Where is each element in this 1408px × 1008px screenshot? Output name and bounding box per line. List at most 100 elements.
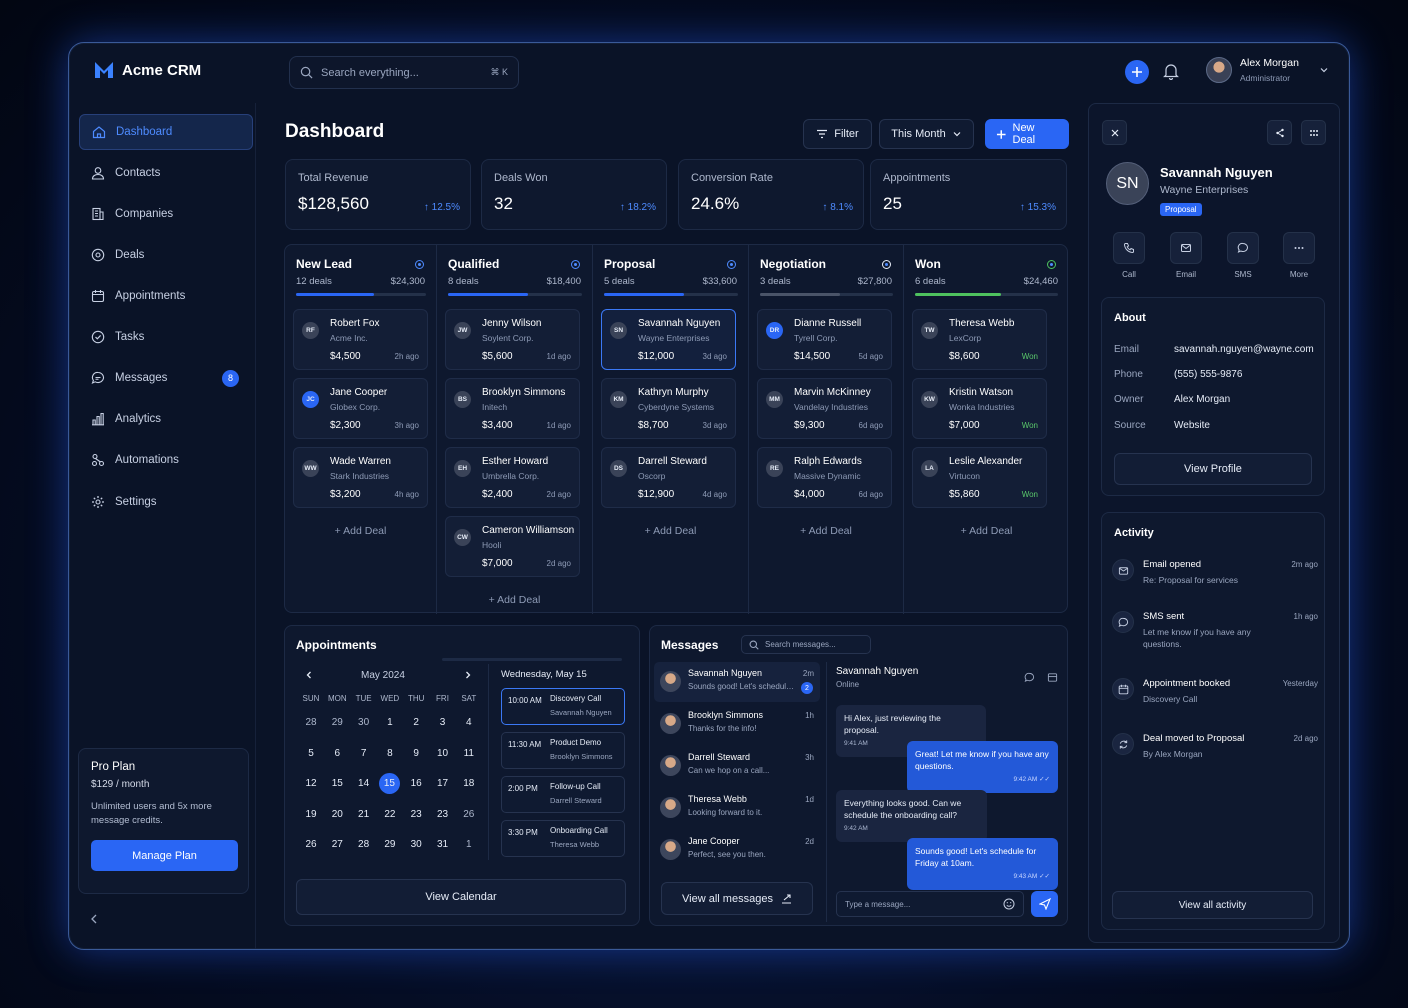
sidebar-item-messages[interactable]: Messages 8 bbox=[79, 360, 253, 396]
activity-item[interactable]: Appointment booked Discovery Call Yester… bbox=[1112, 678, 1318, 708]
deal-card[interactable]: EH Esther Howard Umbrella Corp. $2,400 2d… bbox=[445, 447, 580, 508]
sidebar-item-automations[interactable]: Automations bbox=[79, 442, 253, 478]
deal-card[interactable]: TW Theresa Webb LexCorp $8,600 Won bbox=[912, 309, 1047, 370]
grid-menu-button[interactable] bbox=[1301, 120, 1326, 145]
calendar-day[interactable]: 4 bbox=[456, 717, 482, 728]
stage-status-icon[interactable] bbox=[727, 260, 736, 269]
calendar-day[interactable]: 21 bbox=[351, 809, 377, 820]
calendar-day[interactable]: 14 bbox=[351, 778, 377, 789]
more-action[interactable]: More bbox=[1283, 232, 1315, 279]
calendar-day[interactable]: 12 bbox=[298, 778, 324, 789]
deal-card[interactable]: RF Robert Fox Acme Inc. $4,500 2h ago bbox=[293, 309, 428, 370]
sidebar-item-dashboard[interactable]: Dashboard bbox=[79, 114, 253, 150]
calendar-day[interactable]: 22 bbox=[377, 809, 403, 820]
calendar-day[interactable]: 17 bbox=[430, 778, 456, 789]
message-input[interactable]: Type a message... bbox=[836, 891, 1024, 917]
calendar-day[interactable]: 10 bbox=[430, 748, 456, 759]
deal-card[interactable]: MM Marvin McKinney Vandelay Industries $… bbox=[757, 378, 892, 439]
calendar-day[interactable]: 16 bbox=[403, 778, 429, 789]
view-calendar-button[interactable]: View Calendar bbox=[296, 879, 626, 915]
deal-card[interactable]: CW Cameron Williamson Hooli $7,000 2d ago bbox=[445, 516, 580, 577]
field-value[interactable]: savannah.nguyen@wayne.com bbox=[1174, 344, 1314, 355]
stage-status-icon[interactable] bbox=[571, 260, 580, 269]
field-value[interactable]: (555) 555-9876 bbox=[1174, 369, 1242, 380]
calendar-day[interactable]: 31 bbox=[430, 839, 456, 850]
message-thread[interactable]: Brooklyn Simmons Thanks for the info! 1h bbox=[654, 704, 820, 744]
calendar-day[interactable]: 9 bbox=[403, 748, 429, 759]
chat-bubble-icon[interactable] bbox=[1024, 672, 1035, 683]
calendar-day[interactable]: 5 bbox=[298, 748, 324, 759]
add-deal-button[interactable]: + Add Deal bbox=[437, 594, 592, 606]
add-deal-button[interactable]: + Add Deal bbox=[904, 525, 1069, 537]
add-deal-button[interactable]: + Add Deal bbox=[593, 525, 748, 537]
calendar-day[interactable]: 23 bbox=[403, 809, 429, 820]
next-month-icon[interactable] bbox=[463, 670, 473, 680]
emoji-icon[interactable] bbox=[1003, 898, 1015, 910]
calendar-day-selected[interactable]: 15 bbox=[378, 773, 400, 794]
calendar-day[interactable]: 6 bbox=[324, 748, 350, 759]
activity-item[interactable]: Email opened Re: Proposal for services 2… bbox=[1112, 559, 1318, 589]
new-deal-button[interactable]: New Deal bbox=[985, 119, 1069, 149]
message-thread[interactable]: Savannah Nguyen Sounds good! Let's sched… bbox=[654, 662, 820, 702]
sidebar-item-settings[interactable]: Settings bbox=[79, 484, 253, 520]
calendar-day[interactable]: 11 bbox=[456, 748, 482, 759]
deal-card[interactable]: RE Ralph Edwards Massive Dynamic $4,000 6… bbox=[757, 447, 892, 508]
add-deal-button[interactable]: + Add Deal bbox=[749, 525, 903, 537]
add-deal-button[interactable]: + Add Deal bbox=[285, 525, 436, 537]
deal-card[interactable]: DS Darrell Steward Oscorp $12,900 4d ago bbox=[601, 447, 736, 508]
calendar-day[interactable]: 18 bbox=[456, 778, 482, 789]
message-thread[interactable]: Darrell Steward Can we hop on a call... … bbox=[654, 746, 820, 786]
appointment-slot[interactable]: 3:30 PM Onboarding Call Theresa Webb bbox=[501, 820, 625, 857]
calendar-day[interactable]: 7 bbox=[351, 748, 377, 759]
calendar-day[interactable]: 30 bbox=[403, 839, 429, 850]
calendar-day[interactable]: 20 bbox=[324, 809, 350, 820]
deal-card[interactable]: KM Kathryn Murphy Cyberdyne Systems $8,7… bbox=[601, 378, 736, 439]
email-action[interactable]: Email bbox=[1170, 232, 1202, 279]
deal-card[interactable]: JW Jenny Wilson Soylent Corp. $5,600 1d a… bbox=[445, 309, 580, 370]
calendar-day[interactable]: 28 bbox=[351, 839, 377, 850]
notifications-button[interactable] bbox=[1163, 63, 1179, 80]
calendar-day[interactable]: 8 bbox=[377, 748, 403, 759]
deal-card[interactable]: BS Brooklyn Simmons Initech $3,400 1d ago bbox=[445, 378, 580, 439]
call-action[interactable]: Call bbox=[1113, 232, 1145, 279]
sidebar-item-tasks[interactable]: Tasks bbox=[79, 319, 253, 355]
app-logo[interactable]: Acme CRM bbox=[94, 61, 201, 79]
calendar-day[interactable]: 1 bbox=[456, 839, 482, 850]
manage-plan-button[interactable]: Manage Plan bbox=[91, 840, 238, 871]
sidebar-item-contacts[interactable]: Contacts bbox=[79, 155, 253, 191]
stage-status-icon[interactable] bbox=[415, 260, 424, 269]
close-panel-button[interactable] bbox=[1102, 120, 1127, 145]
deal-card[interactable]: KW Kristin Watson Wonka Industries $7,00… bbox=[912, 378, 1047, 439]
calendar-day[interactable]: 1 bbox=[377, 717, 403, 728]
view-profile-button[interactable]: View Profile bbox=[1114, 453, 1312, 485]
period-select[interactable]: This Month bbox=[879, 119, 974, 149]
scroll-track[interactable] bbox=[442, 658, 622, 661]
activity-item[interactable]: SMS sent Let me know if you have any que… bbox=[1112, 611, 1318, 651]
sms-action[interactable]: SMS bbox=[1227, 232, 1259, 279]
share-button[interactable] bbox=[1267, 120, 1292, 145]
appointment-slot[interactable]: 10:00 AM Discovery Call Savannah Nguyen bbox=[501, 688, 625, 725]
deal-card[interactable]: SN Savannah Nguyen Wayne Enterprises $12… bbox=[601, 309, 736, 370]
quick-add-button[interactable] bbox=[1125, 60, 1149, 84]
deal-card[interactable]: DR Dianne Russell Tyrell Corp. $14,500 5d… bbox=[757, 309, 892, 370]
view-all-messages-button[interactable]: View all messages bbox=[661, 882, 813, 915]
deal-card[interactable]: WW Wade Warren Stark Industries $3,200 4h… bbox=[293, 447, 428, 508]
sidebar-item-appointments[interactable]: Appointments bbox=[79, 278, 253, 314]
appointment-slot[interactable]: 11:30 AM Product Demo Brooklyn Simmons bbox=[501, 732, 625, 769]
collapse-sidebar-icon[interactable] bbox=[89, 913, 99, 925]
calendar-day[interactable]: 28 bbox=[298, 717, 324, 728]
sidebar-item-companies[interactable]: Companies bbox=[79, 196, 253, 232]
user-menu[interactable]: Alex Morgan Administrator bbox=[1206, 57, 1329, 83]
appointment-slot[interactable]: 2:00 PM Follow-up Call Darrell Steward bbox=[501, 776, 625, 813]
message-thread[interactable]: Jane Cooper Perfect, see you then. 2d bbox=[654, 830, 820, 870]
stage-status-icon[interactable] bbox=[882, 260, 891, 269]
calendar-day[interactable]: 2 bbox=[403, 717, 429, 728]
stage-status-icon[interactable] bbox=[1047, 260, 1056, 269]
calendar-day[interactable]: 15 bbox=[324, 778, 350, 789]
filter-button[interactable]: Filter bbox=[803, 119, 872, 149]
deal-card[interactable]: JC Jane Cooper Globex Corp. $2,300 3h ago bbox=[293, 378, 428, 439]
calendar-day[interactable]: 26 bbox=[456, 809, 482, 820]
archive-icon[interactable] bbox=[1047, 672, 1058, 683]
calendar-day[interactable]: 23 bbox=[430, 809, 456, 820]
activity-item[interactable]: Deal moved to Proposal By Alex Morgan 2d… bbox=[1112, 733, 1318, 763]
